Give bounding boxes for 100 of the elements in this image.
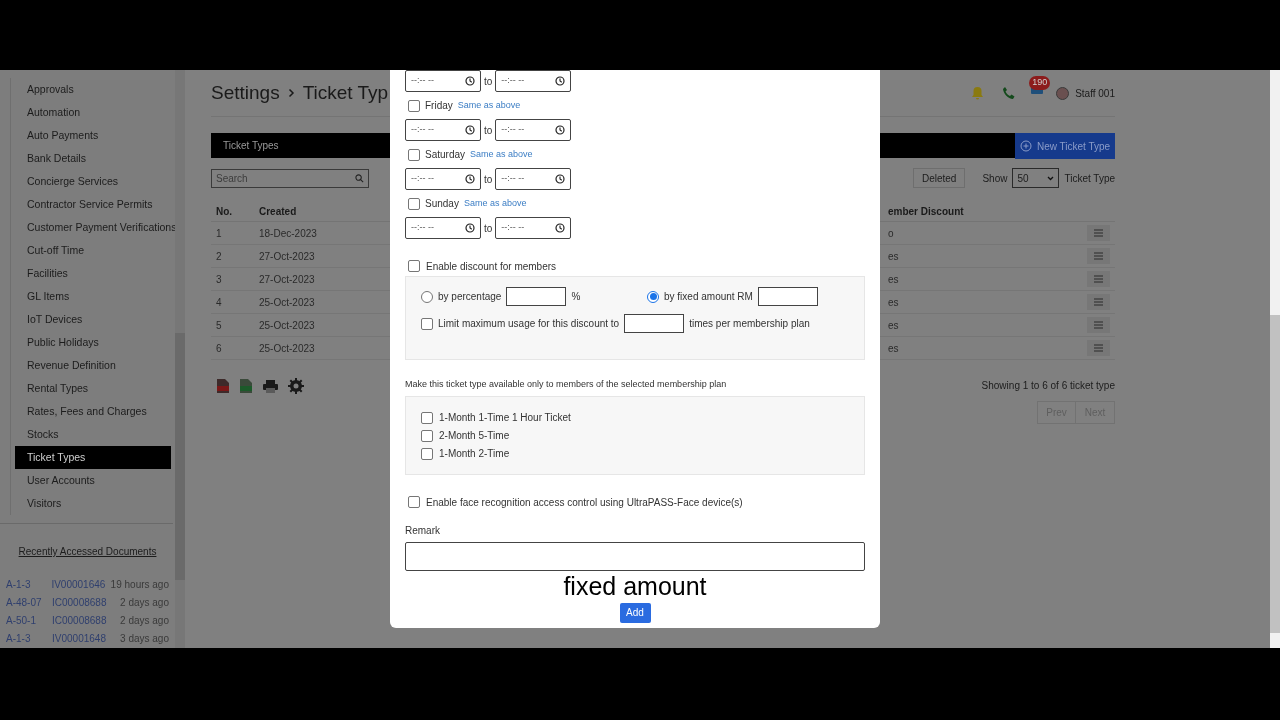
plus-circle-icon xyxy=(1019,140,1032,152)
add-button[interactable]: Add xyxy=(619,602,651,623)
breadcrumb-current: Ticket Typ xyxy=(302,80,389,105)
sidebar-item[interactable]: Automation xyxy=(15,101,171,124)
xls-file-icon[interactable] xyxy=(239,378,253,394)
unit-link[interactable]: A-48-07 xyxy=(6,594,52,610)
showing-count: Showing 1 to 6 of 6 ticket type xyxy=(981,379,1115,393)
sidebar-item[interactable]: IoT Devices xyxy=(15,308,171,331)
unit-link[interactable]: A-1-3 xyxy=(6,630,52,646)
column-header: ember Discount xyxy=(888,205,965,219)
time-field[interactable]: --:-- -- xyxy=(495,70,572,92)
sidebar-item[interactable]: GL Items xyxy=(15,285,171,308)
sidebar-item[interactable]: Cut-off Time xyxy=(15,239,171,262)
sidebar-item[interactable]: Contractor Service Permits xyxy=(15,193,171,216)
table-cell-text: 25-Oct-2023 xyxy=(259,295,315,310)
page-title: Settings xyxy=(211,80,280,105)
printer-icon[interactable] xyxy=(262,378,279,394)
limit-label: Limit maximum usage for this discount to xyxy=(438,317,620,331)
sidebar-item[interactable]: User Accounts xyxy=(15,469,171,492)
document-link[interactable]: IC00008688 xyxy=(52,594,112,610)
menu-icon xyxy=(1094,252,1103,260)
sidebar-item[interactable]: Approvals xyxy=(15,78,171,101)
to-label: to xyxy=(483,172,494,187)
table-cell-text: 18-Dec-2023 xyxy=(259,226,317,241)
sidebar-item[interactable]: Revenue Definition xyxy=(15,354,171,377)
checkbox[interactable] xyxy=(408,148,420,161)
document-link[interactable]: IV00001646 xyxy=(51,576,111,592)
deleted-button[interactable]: Deleted xyxy=(912,168,966,188)
sidebar-item[interactable]: Bank Details xyxy=(15,147,171,170)
recent-documents-title[interactable]: Recently Accessed Documents xyxy=(18,544,157,559)
notification-badge: 190 xyxy=(1029,76,1051,90)
checkbox[interactable] xyxy=(421,447,433,460)
table-cell-text: es xyxy=(888,249,900,264)
time-field[interactable]: --:-- -- xyxy=(405,70,481,92)
clock-icon xyxy=(465,76,475,86)
sidebar-item[interactable]: Facilities xyxy=(15,262,171,285)
document-link[interactable]: IC00008688 xyxy=(52,612,112,628)
checkbox[interactable] xyxy=(408,260,420,272)
same-as-above-link[interactable]: Same as above xyxy=(470,147,533,162)
same-as-above-link[interactable]: Same as above xyxy=(463,196,527,211)
sidebar-item[interactable]: Concierge Services xyxy=(15,170,171,193)
time-field[interactable]: --:-- -- xyxy=(495,119,572,141)
limit-field[interactable] xyxy=(624,314,685,333)
clock-icon xyxy=(465,223,475,233)
table-cell-text: 3 xyxy=(215,272,223,287)
phone-icon[interactable] xyxy=(1002,86,1017,100)
clock-icon xyxy=(465,125,475,135)
unit-link[interactable]: A-1-3 xyxy=(6,576,52,592)
plan-label: 1-Month 2-Time xyxy=(439,447,510,461)
menu-icon xyxy=(1094,321,1103,329)
amount-field[interactable] xyxy=(757,287,818,306)
sidebar-item[interactable]: Public Holidays xyxy=(15,331,171,354)
column-header: Created xyxy=(259,205,297,219)
sidebar-item[interactable]: Rental Types xyxy=(15,377,171,400)
panel-title: Ticket Types xyxy=(223,139,279,153)
time-field[interactable]: --:-- -- xyxy=(405,217,481,239)
percent-sign: % xyxy=(571,290,581,304)
time-field[interactable]: --:-- -- xyxy=(405,168,481,190)
unit-link[interactable]: A-50-1 xyxy=(6,612,52,628)
checkbox[interactable] xyxy=(408,197,420,210)
option-label: by percentage xyxy=(438,290,502,304)
remark-field[interactable] xyxy=(405,541,865,571)
table-cell-text: es xyxy=(888,341,900,356)
pdf-file-icon[interactable] xyxy=(216,378,230,394)
time-field[interactable]: --:-- -- xyxy=(405,119,481,141)
remark-label: Remark xyxy=(405,523,441,538)
avatar-icon[interactable] xyxy=(1056,86,1070,100)
checkbox[interactable] xyxy=(408,99,420,112)
new-ticket-type-button[interactable]: New Ticket Type xyxy=(1015,133,1115,159)
user-name[interactable]: Staff 001 xyxy=(1075,85,1115,101)
document-link[interactable]: IV00001648 xyxy=(52,630,112,646)
checkbox[interactable] xyxy=(421,429,433,442)
clock-icon xyxy=(555,125,566,135)
checkbox[interactable] xyxy=(421,317,433,330)
checkbox[interactable] xyxy=(421,411,433,424)
time-field[interactable]: --:-- -- xyxy=(495,168,572,190)
table-cell-text: 27-Oct-2023 xyxy=(259,249,315,264)
sidebar-item[interactable]: Visitors xyxy=(15,492,171,515)
show-label: Show xyxy=(982,171,1008,186)
to-label: to xyxy=(483,221,494,236)
clock-icon xyxy=(555,76,566,86)
same-as-above-link[interactable]: Same as above xyxy=(457,98,521,113)
gear-wrench-icon[interactable] xyxy=(288,378,304,394)
limit-suffix: times per membership plan xyxy=(689,317,810,331)
show-select[interactable]: 50 xyxy=(1012,168,1060,188)
sidebar-item[interactable]: Auto Payments xyxy=(15,124,171,147)
clock-icon xyxy=(555,223,566,233)
day-label: Sunday xyxy=(425,197,459,211)
radio-button[interactable] xyxy=(647,290,659,303)
search-field[interactable]: Search xyxy=(211,168,369,188)
sidebar-item[interactable]: Stocks xyxy=(15,423,171,446)
plan-label: 1-Month 1-Time 1 Hour Ticket xyxy=(439,411,571,425)
amount-field[interactable] xyxy=(506,287,567,306)
time-field[interactable]: --:-- -- xyxy=(495,217,572,239)
sidebar-item[interactable]: Rates, Fees and Charges xyxy=(15,400,171,423)
video-caption: fixed amount xyxy=(563,570,707,601)
checkbox[interactable] xyxy=(408,496,420,508)
sidebar-item[interactable]: Ticket Types xyxy=(15,446,171,469)
caret-icon xyxy=(1047,175,1055,181)
radio-button[interactable] xyxy=(421,290,433,303)
